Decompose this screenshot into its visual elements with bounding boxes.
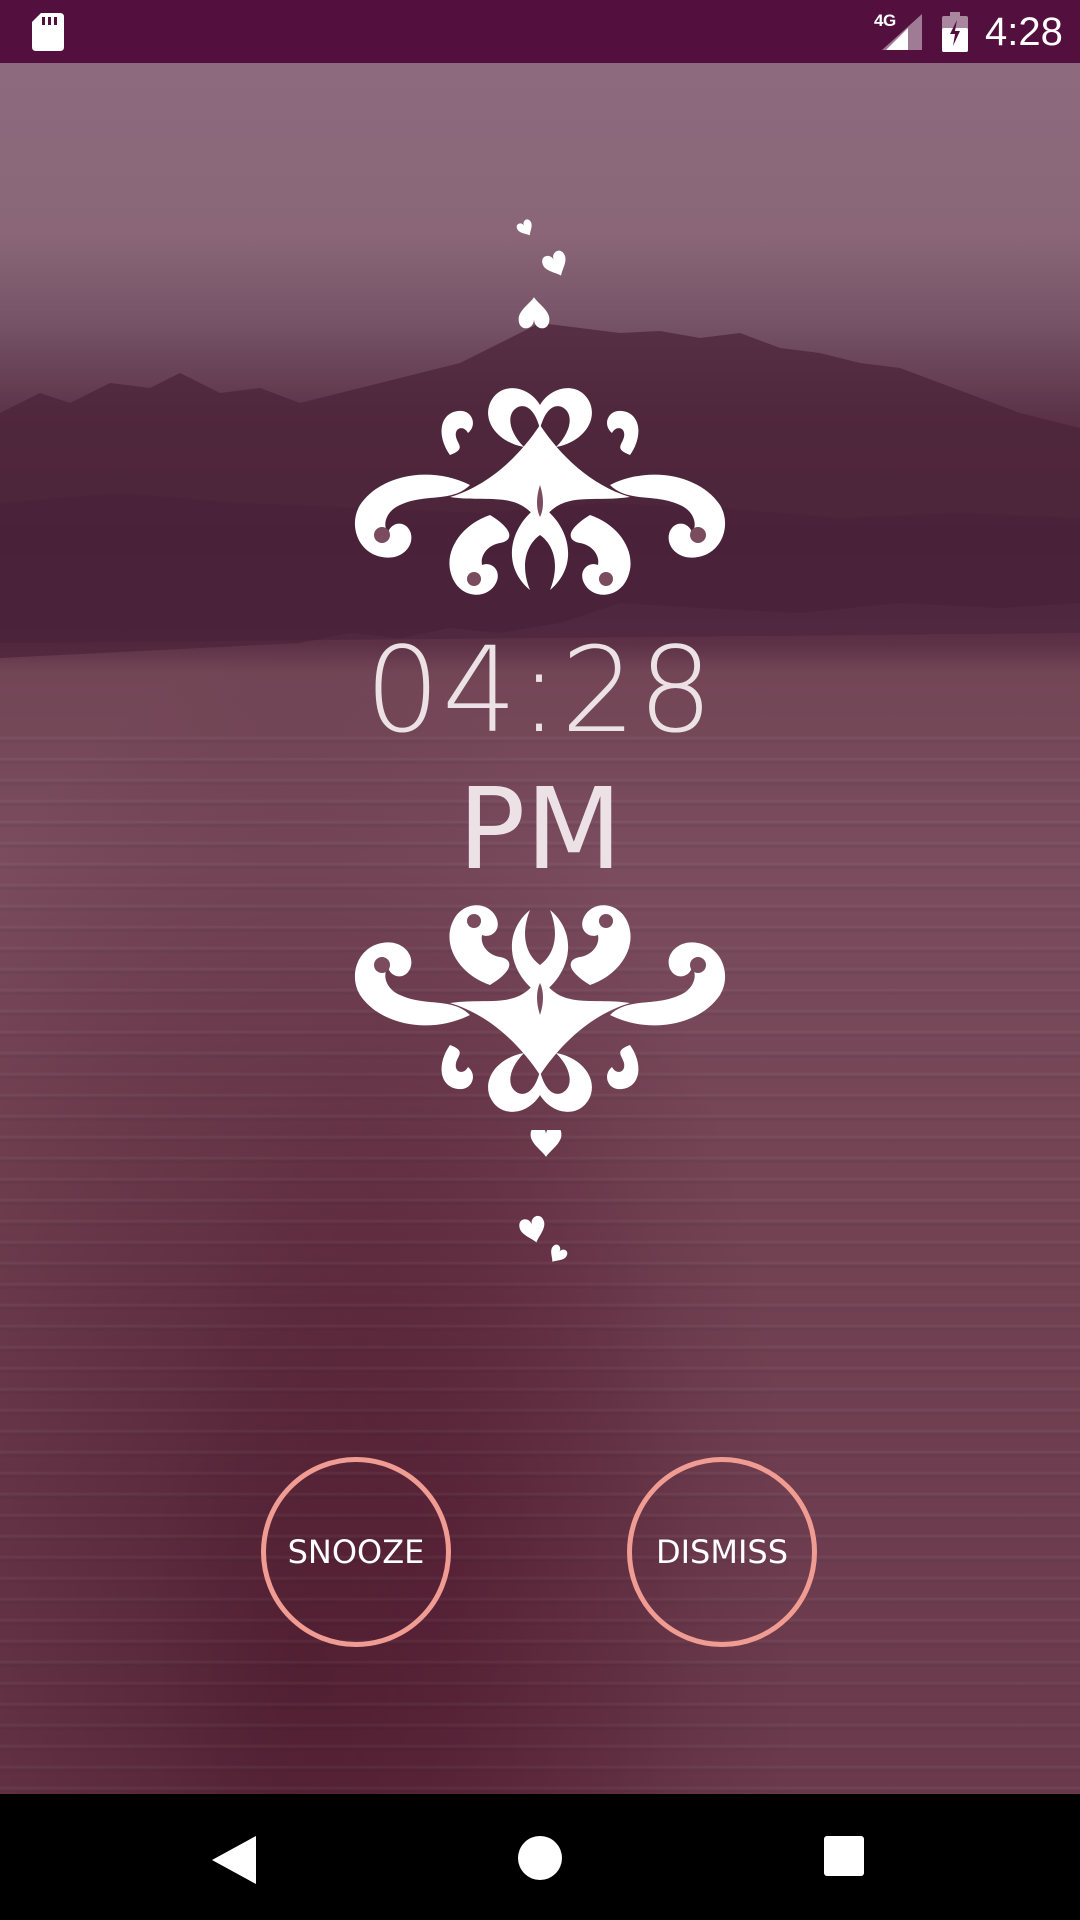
- status-bar: 4G 4:28: [0, 0, 1080, 63]
- hearts-decoration-bottom: [517, 1130, 569, 1267]
- status-bar-clock: 4:28: [985, 10, 1063, 54]
- dismiss-button-label: DISMISS: [655, 1533, 789, 1571]
- snooze-button[interactable]: SNOOZE: [261, 1457, 451, 1647]
- battery-charging-icon: [942, 12, 968, 52]
- hearts-decoration-top: [515, 218, 572, 329]
- dismiss-button[interactable]: DISMISS: [627, 1457, 817, 1647]
- back-icon[interactable]: [212, 1836, 256, 1884]
- flourish-ornament-bottom: [354, 905, 726, 1112]
- sd-card-icon: [32, 13, 64, 51]
- alarm-ampm: PM: [457, 765, 623, 895]
- alarm-time: 04:28: [364, 621, 716, 759]
- home-icon[interactable]: [518, 1836, 562, 1880]
- signal-icon: [882, 14, 922, 50]
- navigation-bar: [0, 1794, 1080, 1920]
- recents-icon[interactable]: [824, 1836, 864, 1876]
- snooze-button-label: SNOOZE: [287, 1533, 425, 1571]
- alarm-screen: 4G 4:28 04:28 PM SNOOZE DISMISS: [0, 0, 1080, 1920]
- flourish-ornament-top: [354, 388, 726, 595]
